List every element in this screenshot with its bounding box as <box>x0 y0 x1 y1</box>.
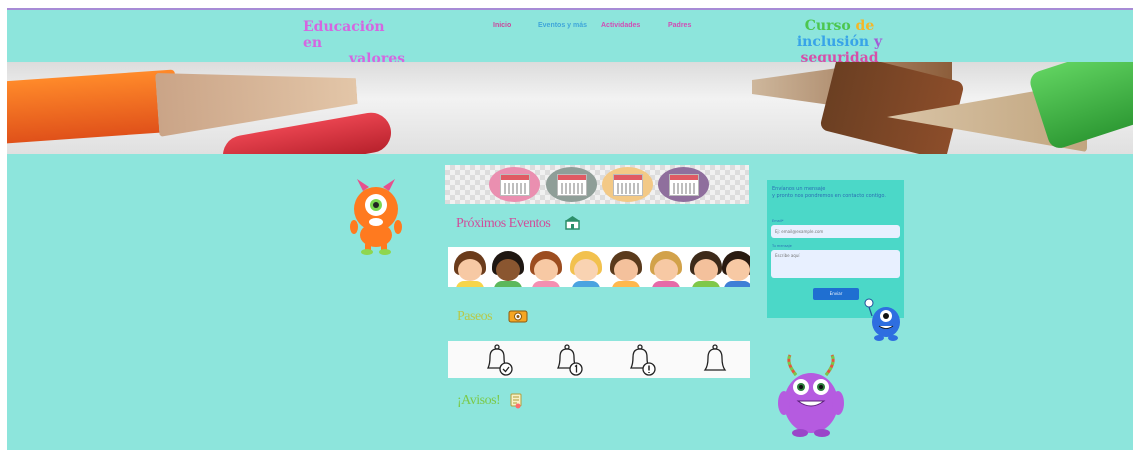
email-field[interactable] <box>771 225 900 238</box>
message-field[interactable] <box>771 250 900 278</box>
page: Educación en valores Inicio Eventos y má… <box>7 8 1133 450</box>
nav-item-actividades[interactable]: Actividades <box>601 22 640 29</box>
email-label: Email* <box>772 219 784 223</box>
brand-line-1: Educación en <box>303 19 385 51</box>
calendar-icon <box>489 167 540 202</box>
pencils-banner-image <box>7 62 1133 154</box>
orange-monster-illustration <box>350 179 402 255</box>
events-title: Próximos Eventos <box>456 216 551 231</box>
contact-message-line-2: y pronto nos pondremos en contacto conti… <box>772 193 886 199</box>
notices-title: ¡Avisos! <box>457 393 501 408</box>
nav-item-inicio[interactable]: Inicio <box>493 22 511 29</box>
children-illustration <box>448 247 750 287</box>
course-word-4: y <box>873 34 883 50</box>
calendar-icon <box>546 167 597 202</box>
nav-item-eventos[interactable]: Eventos y más <box>538 22 587 29</box>
walks-title: Paseos <box>457 309 493 324</box>
bell-count-icon <box>556 344 583 376</box>
bell-alert-icon <box>629 344 656 376</box>
course-word-2: de <box>855 18 875 34</box>
calendar-strip <box>445 165 749 204</box>
site-logo-text[interactable]: Educación en valores <box>303 19 405 67</box>
purple-monster-illustration <box>778 354 844 437</box>
notice-icon <box>510 393 522 409</box>
contact-message: Envíanos un mensaje y pronto nos pondrem… <box>772 186 897 200</box>
blue-monster-illustration <box>864 298 900 341</box>
camera-icon <box>508 310 528 323</box>
calendar-icon <box>658 167 709 202</box>
notifications-strip <box>448 341 750 378</box>
bell-check-icon <box>486 344 513 376</box>
course-word-1: Curso <box>804 18 851 34</box>
course-title: Curso de inclusión y seguridad <box>767 18 912 66</box>
site-header: Educación en valores Inicio Eventos y má… <box>7 10 1133 67</box>
send-button[interactable]: Enviar <box>813 288 859 300</box>
calendar-icon <box>602 167 653 202</box>
message-label: Tu mensaje <box>772 244 792 248</box>
nav-item-padres[interactable]: Padres <box>668 22 691 29</box>
course-word-3: inclusión <box>796 34 870 50</box>
bell-icon <box>703 344 727 371</box>
house-icon <box>565 216 580 230</box>
contact-message-line-1: Envíanos un mensaje <box>772 186 826 192</box>
